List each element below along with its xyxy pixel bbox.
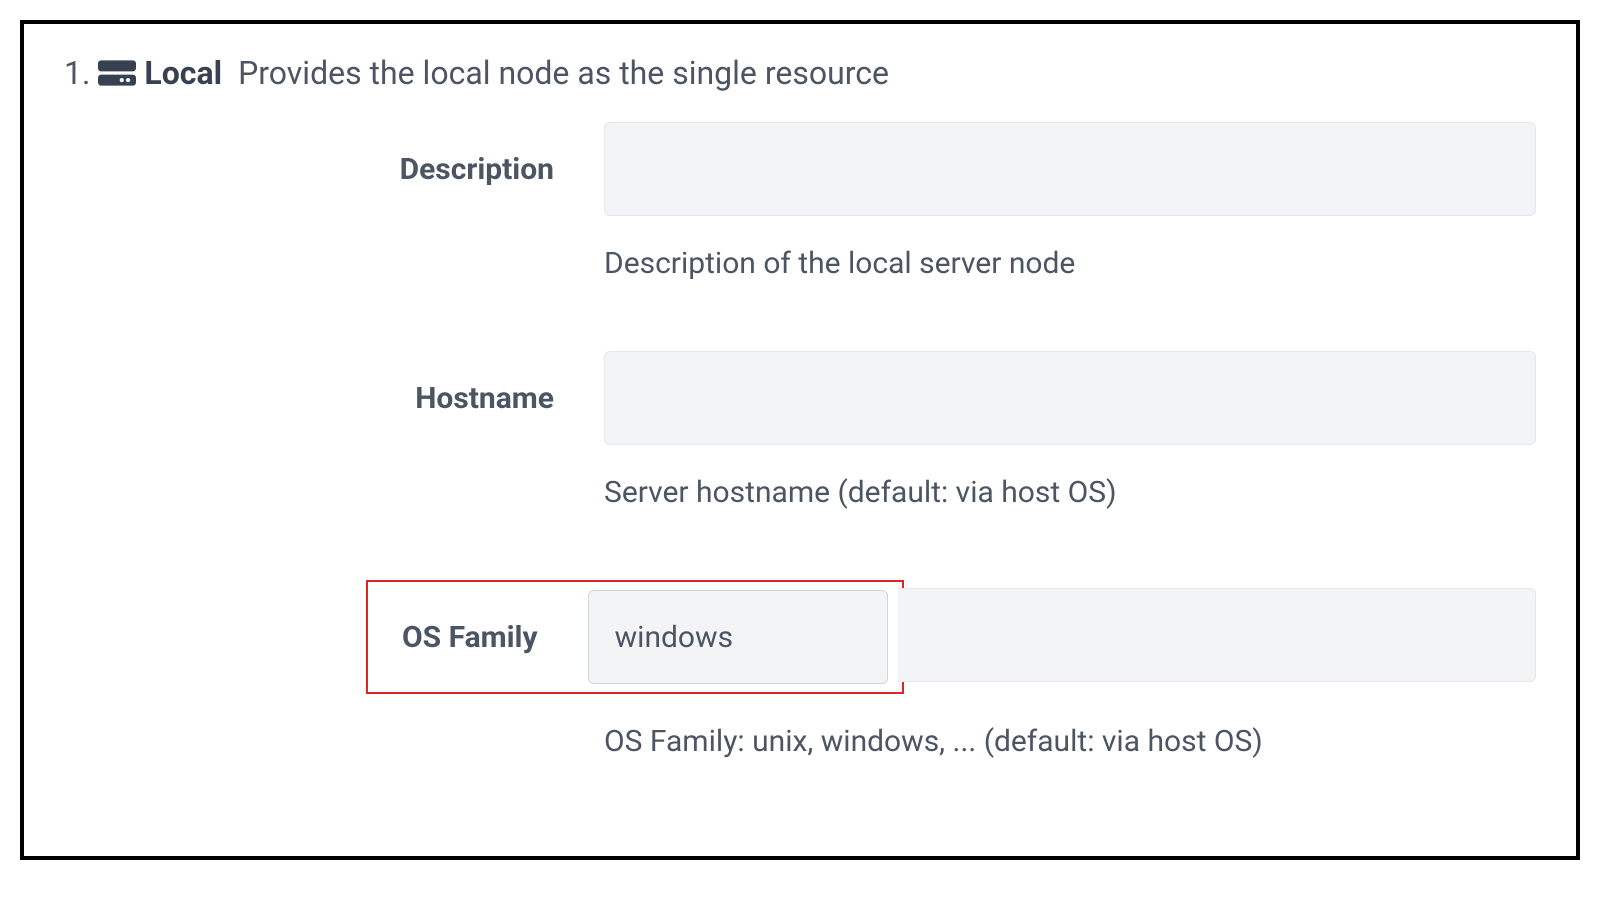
osfamily-help: OS Family: unix, windows, ... (default: … [604, 724, 1536, 759]
description-label: Description [400, 152, 554, 187]
header-subtitle: Provides the local node as the single re… [238, 54, 889, 92]
form-container: Description Description of the local ser… [64, 122, 1536, 759]
description-input-col: Description of the local server node [604, 122, 1536, 281]
hostname-input[interactable] [604, 351, 1536, 445]
header-number: 1. [64, 54, 90, 92]
local-node-panel: 1. Local Provides the local node as the … [20, 20, 1580, 860]
osfamily-highlight: OS Family [366, 580, 904, 694]
hostname-label-col: Hostname [64, 351, 604, 416]
hostname-label: Hostname [415, 381, 554, 416]
description-row: Description Description of the local ser… [64, 122, 1536, 281]
hostname-input-col: Server hostname (default: via host OS) [604, 351, 1536, 510]
description-label-col: Description [64, 122, 604, 187]
description-input[interactable] [604, 122, 1536, 216]
osfamily-help-row: OS Family: unix, windows, ... (default: … [604, 724, 1536, 759]
header-title: Local [144, 54, 222, 92]
osfamily-input-extension [898, 588, 1536, 682]
panel-header: 1. Local Provides the local node as the … [64, 54, 1536, 92]
osfamily-row: OS Family [64, 580, 1536, 694]
osfamily-input[interactable] [588, 590, 888, 684]
description-help: Description of the local server node [604, 246, 1536, 281]
server-icon [98, 59, 136, 87]
osfamily-label: OS Family [402, 620, 538, 655]
hostname-row: Hostname Server hostname (default: via h… [64, 351, 1536, 510]
hostname-help: Server hostname (default: via host OS) [604, 475, 1536, 510]
